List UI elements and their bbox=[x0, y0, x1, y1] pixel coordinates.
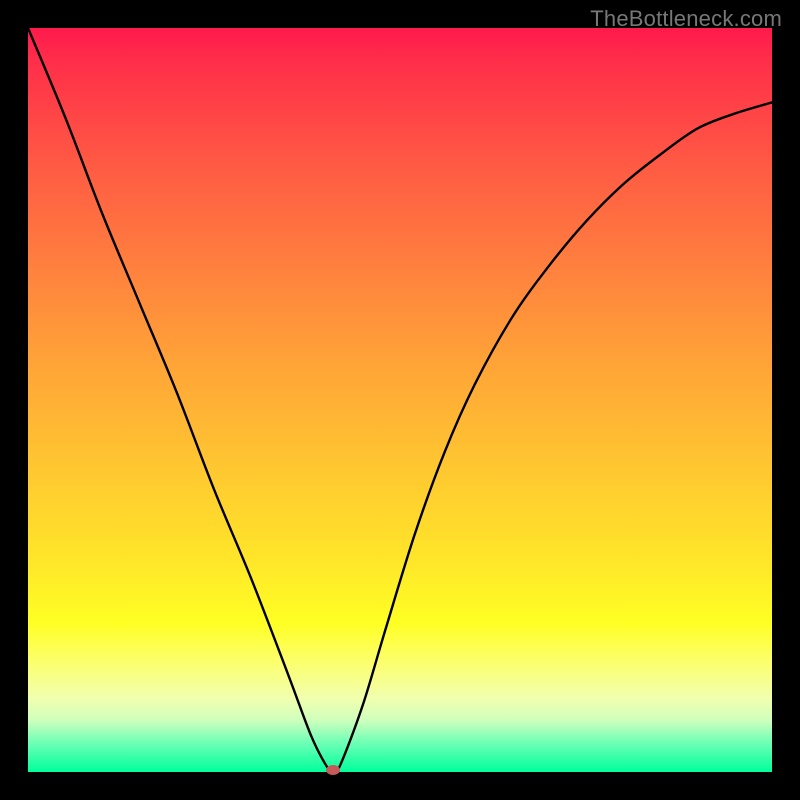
plot-area bbox=[28, 28, 772, 772]
optimal-point-marker bbox=[326, 765, 340, 775]
bottleneck-curve bbox=[28, 28, 772, 773]
chart-watermark: TheBottleneck.com bbox=[590, 6, 782, 32]
chart-container: TheBottleneck.com bbox=[0, 0, 800, 800]
chart-svg bbox=[28, 28, 772, 772]
